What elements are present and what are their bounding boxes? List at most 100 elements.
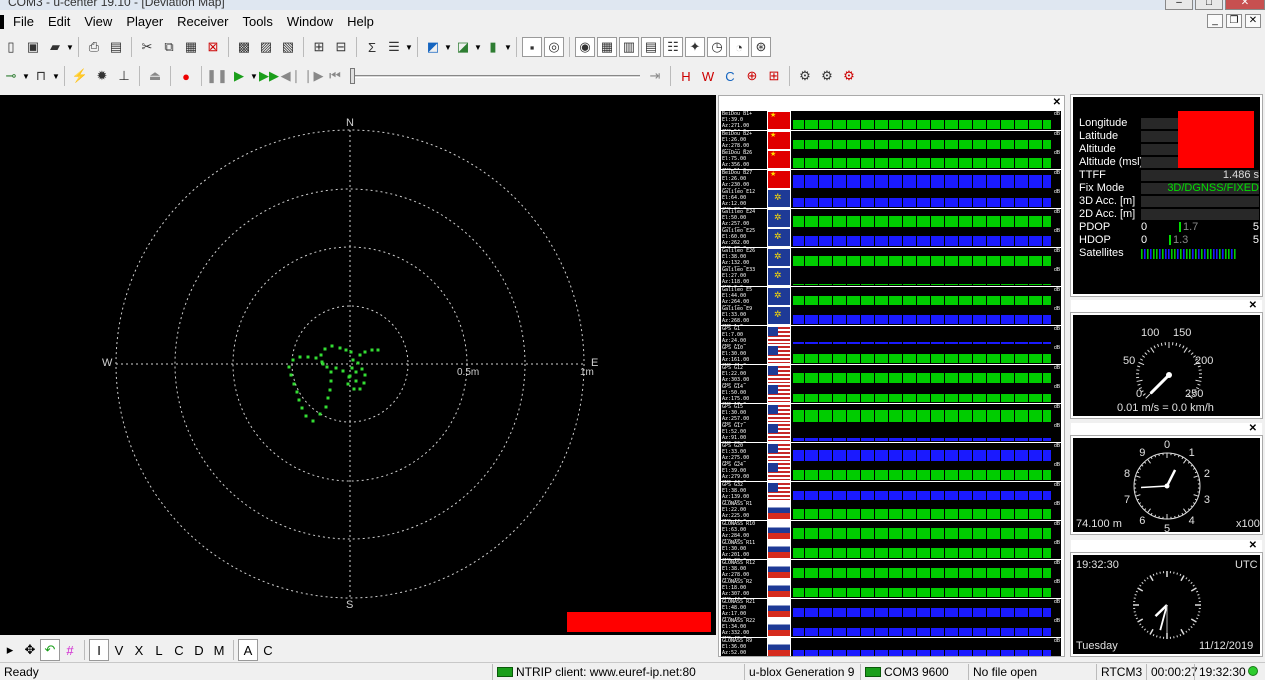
warm-start-icon[interactable]: W bbox=[698, 66, 718, 86]
satellite-label: GLONASS R11El:30.00 Az:201.00CN0:38.0 bbox=[721, 540, 767, 559]
go-end-icon[interactable]: ⇥ bbox=[645, 66, 665, 86]
track-mode-icon[interactable]: ↶ bbox=[40, 639, 60, 661]
close-button[interactable]: ✕ bbox=[1225, 0, 1265, 10]
chevron-down-icon[interactable]: ▼ bbox=[22, 72, 30, 81]
chevron-down-icon[interactable]: ▼ bbox=[250, 72, 258, 81]
docking-icon[interactable]: ⊞ bbox=[309, 37, 329, 57]
layer-d-button[interactable]: D bbox=[189, 639, 209, 661]
menu-help[interactable]: Help bbox=[340, 11, 381, 32]
deviation-map[interactable]: N S E W 0.5m 1m bbox=[0, 95, 716, 635]
layer-l-button[interactable]: L bbox=[149, 639, 169, 661]
layer-c-button[interactable]: C bbox=[169, 639, 189, 661]
msg-poll-icon[interactable]: ⊕ bbox=[742, 66, 762, 86]
pause-icon[interactable]: ❚❚ bbox=[206, 66, 228, 86]
close-icon[interactable]: ✕ bbox=[1249, 300, 1257, 311]
menu-edit[interactable]: Edit bbox=[41, 11, 77, 32]
layer-m-button[interactable]: M bbox=[209, 639, 229, 661]
fast-forward-icon[interactable]: ▶▶ bbox=[259, 66, 279, 86]
data-view-icon[interactable]: ☷ bbox=[663, 37, 683, 57]
map-icon[interactable]: ◩ bbox=[423, 37, 443, 57]
packet-icon[interactable]: ▧ bbox=[278, 37, 298, 57]
menu-player[interactable]: Player bbox=[119, 11, 170, 32]
move-icon[interactable]: ✥ bbox=[20, 639, 40, 661]
config-icon[interactable]: ▩ bbox=[234, 37, 254, 57]
slider-thumb[interactable] bbox=[350, 68, 355, 84]
chevron-down-icon[interactable]: ▼ bbox=[66, 43, 74, 52]
reset-icon[interactable]: ⊥ bbox=[114, 66, 134, 86]
clock-view-icon[interactable]: ◷ bbox=[707, 37, 727, 57]
layer-a-button[interactable]: A bbox=[238, 639, 258, 661]
layer-i-button[interactable]: I bbox=[89, 639, 109, 661]
sky-view-icon[interactable]: ◉ bbox=[575, 37, 595, 57]
settings-gear-icon[interactable]: ⚙ bbox=[795, 66, 815, 86]
msg-config-icon[interactable]: ⊞ bbox=[764, 66, 784, 86]
layer-c2-button[interactable]: C bbox=[258, 639, 278, 661]
hot-start-icon[interactable]: H bbox=[676, 66, 696, 86]
play-icon[interactable]: ▶ bbox=[229, 66, 249, 86]
table-view-icon[interactable]: ☰ bbox=[384, 37, 404, 57]
eject-icon[interactable]: ⏏ bbox=[145, 66, 165, 86]
maximize-button[interactable]: □ bbox=[1195, 0, 1223, 10]
close-icon[interactable]: ✕ bbox=[1053, 97, 1061, 108]
gauge-view-icon[interactable]: ◔ bbox=[729, 37, 749, 57]
messages-icon[interactable]: ▨ bbox=[256, 37, 276, 57]
chevron-down-icon[interactable]: ▼ bbox=[405, 43, 413, 52]
chevron-down-icon[interactable]: ▼ bbox=[474, 43, 482, 52]
satellite-elev-az: El:75.00 Az:356.00 bbox=[722, 156, 750, 168]
status-ntrip[interactable]: NTRIP client: www.euref-ip.net:80 bbox=[492, 664, 717, 680]
signal-history-panel: ✕ BeiDou B1+El:39.0 Az:271.00CN0:54.0dBB… bbox=[718, 95, 1065, 657]
menu-view[interactable]: View bbox=[77, 11, 119, 32]
cold-start-icon[interactable]: C bbox=[720, 66, 740, 86]
grid-icon[interactable]: # bbox=[60, 639, 80, 661]
save-icon[interactable]: ▣ bbox=[23, 37, 43, 57]
menu-receiver[interactable]: Receiver bbox=[170, 11, 235, 32]
close-icon[interactable]: ✕ bbox=[1249, 423, 1257, 434]
connection-icon[interactable]: ⊸ bbox=[1, 66, 21, 86]
new-file-icon[interactable]: ▯ bbox=[1, 37, 21, 57]
debug-icon[interactable]: ✹ bbox=[92, 66, 112, 86]
print-icon[interactable]: ⎙ bbox=[84, 37, 104, 57]
sum-icon[interactable]: Σ bbox=[362, 37, 382, 57]
close-icon[interactable]: ✕ bbox=[1249, 540, 1257, 551]
settings-gear-3-icon[interactable]: ⚙ bbox=[839, 66, 859, 86]
open-folder-icon[interactable]: ▰ bbox=[45, 37, 65, 57]
baudrate-icon[interactable]: ⊓ bbox=[31, 66, 51, 86]
autobaud-icon[interactable]: ⚡ bbox=[70, 66, 90, 86]
step-forward-icon[interactable]: ❘▶ bbox=[303, 66, 324, 86]
mdi-restore-button[interactable]: ❐ bbox=[1226, 14, 1242, 28]
histogram-icon[interactable]: ▮ bbox=[483, 37, 503, 57]
delete-icon[interactable]: ⊠ bbox=[203, 37, 223, 57]
pointer-icon[interactable]: ▸ bbox=[0, 639, 20, 661]
chevron-down-icon[interactable]: ▼ bbox=[52, 72, 60, 81]
deviation-map-icon[interactable]: ▦ bbox=[597, 37, 617, 57]
cut-icon[interactable]: ✂ bbox=[137, 37, 157, 57]
playback-slider[interactable] bbox=[350, 66, 640, 86]
layer-x-button[interactable]: X bbox=[129, 639, 149, 661]
minimize-button[interactable]: – bbox=[1165, 0, 1193, 10]
record-icon[interactable]: ● bbox=[176, 66, 196, 86]
copy-icon[interactable]: ⧉ bbox=[159, 37, 179, 57]
chevron-down-icon[interactable]: ▼ bbox=[444, 43, 452, 52]
layer-v-button[interactable]: V bbox=[109, 639, 129, 661]
signal-history-bars bbox=[791, 189, 1053, 208]
step-back-icon[interactable]: ◀❘ bbox=[281, 66, 302, 86]
satellite-icon[interactable]: ✦ bbox=[685, 37, 705, 57]
print-preview-icon[interactable]: ▤ bbox=[106, 37, 126, 57]
status-port[interactable]: COM3 9600 bbox=[860, 664, 968, 680]
histogram-view-icon[interactable]: ▤ bbox=[641, 37, 661, 57]
chart-icon[interactable]: ◪ bbox=[453, 37, 473, 57]
mdi-close-button[interactable]: ✕ bbox=[1245, 14, 1261, 28]
signal-history-icon[interactable]: ▥ bbox=[619, 37, 639, 57]
compass-view-icon[interactable]: ◎ bbox=[544, 37, 564, 57]
paste-icon[interactable]: ▦ bbox=[181, 37, 201, 57]
mdi-minimize-button[interactable]: _ bbox=[1207, 14, 1223, 28]
settings-gear-2-icon[interactable]: ⚙ bbox=[817, 66, 837, 86]
signal-view-icon[interactable]: ▪ bbox=[522, 37, 542, 57]
split-view-icon[interactable]: ⊟ bbox=[331, 37, 351, 57]
altimeter-view-icon[interactable]: ⊛ bbox=[751, 37, 771, 57]
menu-tools[interactable]: Tools bbox=[235, 11, 279, 32]
rewind-icon[interactable]: ⏮ bbox=[325, 66, 345, 86]
chevron-down-icon[interactable]: ▼ bbox=[504, 43, 512, 52]
menu-file[interactable]: File bbox=[6, 11, 41, 32]
menu-window[interactable]: Window bbox=[280, 11, 340, 32]
